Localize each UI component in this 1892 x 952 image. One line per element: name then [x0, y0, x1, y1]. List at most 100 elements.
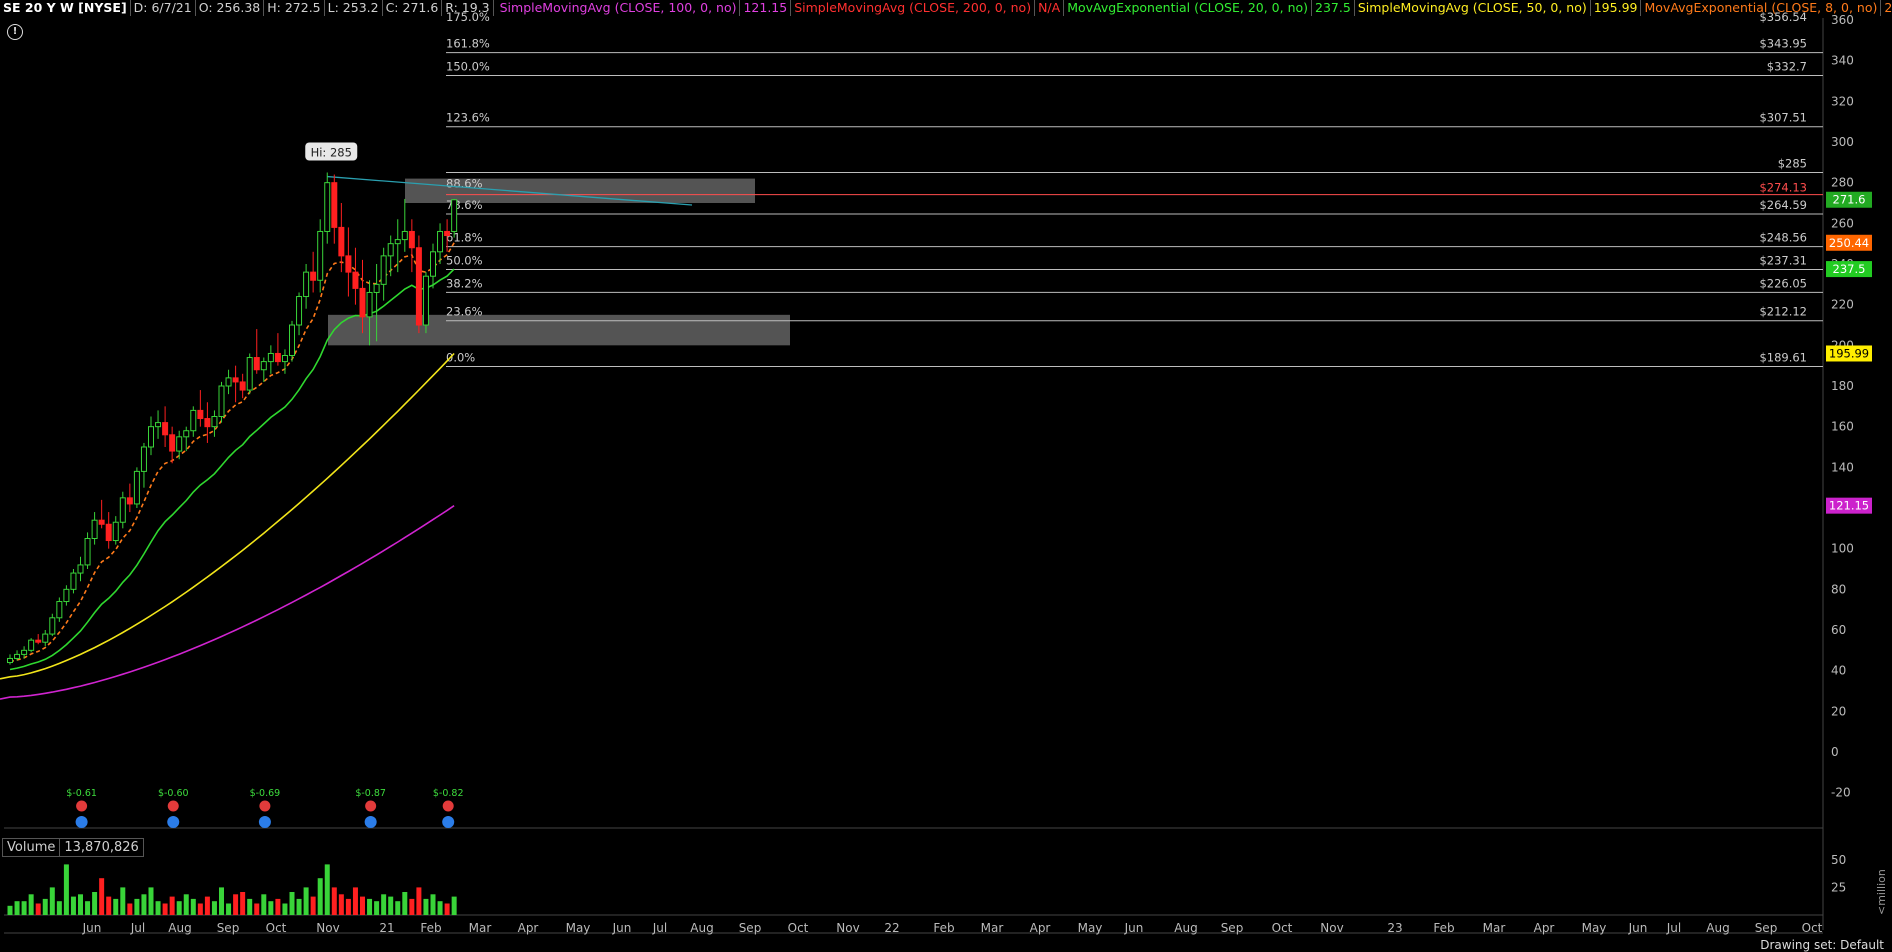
- volume-bar: [183, 894, 189, 915]
- dividend-icon: [442, 816, 455, 828]
- candle-body: [401, 230, 408, 241]
- volume-bar: [211, 901, 217, 915]
- x-tick-label: Apr: [1030, 921, 1051, 935]
- candle-body: [380, 255, 387, 285]
- x-tick-label: Jul: [130, 921, 145, 935]
- volume-bar: [35, 903, 41, 915]
- candle-body: [253, 357, 260, 371]
- x-tick-label: Apr: [1534, 921, 1555, 935]
- candle-body: [70, 572, 77, 590]
- price-tag-label: 121.15: [1829, 499, 1869, 513]
- candle-body: [105, 523, 112, 542]
- volume-bar: [289, 892, 295, 915]
- earnings-eps-label: $-0.82: [433, 788, 464, 799]
- x-tick-label: 22: [884, 921, 899, 935]
- volume-bar: [275, 898, 281, 915]
- x-tick-label: Nov: [316, 921, 339, 935]
- study-value-1: N/A: [1035, 0, 1065, 16]
- fib-price-label: $212.12: [1759, 305, 1807, 319]
- study-value-2: 237.5: [1312, 0, 1355, 16]
- fib-level-label: 150.0%: [446, 60, 490, 74]
- candle-body: [119, 497, 126, 523]
- x-tick-label: Aug: [690, 921, 713, 935]
- study-label-3[interactable]: SimpleMovingAvg (CLOSE, 50, 0, no): [1355, 0, 1591, 16]
- drawing-set-status[interactable]: Drawing set: Default: [1760, 938, 1884, 952]
- candle-body: [246, 357, 253, 391]
- candle-body: [373, 283, 380, 293]
- open-label: O: 256.38: [196, 0, 265, 16]
- volume-bar: [345, 898, 351, 915]
- candle-body: [49, 617, 56, 635]
- high-label: H: 272.5: [264, 0, 325, 16]
- x-tick-label: Oct: [266, 921, 287, 935]
- y-tick-label: 220: [1831, 298, 1854, 312]
- candle-body: [415, 247, 422, 326]
- volume-bar: [261, 894, 267, 915]
- volume-bar: [219, 887, 224, 915]
- x-tick-label: Jul: [652, 921, 667, 935]
- study-label-2[interactable]: MovAvgExponential (CLOSE, 20, 0, no): [1064, 0, 1313, 16]
- candle-body: [281, 355, 288, 363]
- volume-bar: [331, 887, 337, 915]
- volume-bar: [92, 892, 98, 915]
- y-tick-label: 280: [1831, 176, 1854, 190]
- candle-body: [394, 239, 401, 245]
- symbol-label[interactable]: SE 20 Y W [NYSE]: [0, 0, 131, 16]
- candle-body: [148, 426, 154, 448]
- close-label: C: 271.6: [383, 0, 443, 16]
- x-tick-label: Sep: [1755, 921, 1778, 935]
- fib-level-label: 161.8%: [446, 37, 490, 51]
- candle-body: [176, 436, 183, 452]
- volume-bar: [374, 901, 380, 915]
- candle-body: [21, 649, 28, 655]
- fib-price-label: $343.95: [1759, 37, 1807, 51]
- volume-bar: [56, 901, 62, 915]
- x-tick-label: May: [1078, 921, 1103, 935]
- sma-50-line: [0, 352, 455, 680]
- fib-level-label: 61.8%: [446, 231, 483, 245]
- candle-body: [408, 230, 415, 249]
- candle-body: [359, 287, 366, 318]
- x-tick-label: May: [566, 921, 591, 935]
- dividend-icon: [364, 816, 377, 828]
- volume-bar: [409, 898, 415, 915]
- fib-level-label: 123.6%: [446, 111, 490, 125]
- study-label-0[interactable]: SimpleMovingAvg (CLOSE, 100, 0, no): [497, 0, 741, 16]
- info-icon[interactable]: !: [7, 24, 23, 40]
- candle-body: [260, 361, 267, 371]
- volume-bar: [155, 901, 161, 915]
- x-tick-label: Feb: [420, 921, 441, 935]
- price-chart[interactable]: -200204060801001201401601802002202402602…: [0, 0, 1892, 947]
- volume-bar: [240, 892, 246, 915]
- volume-bar: [444, 903, 450, 915]
- price-tag-label: 271.6: [1833, 193, 1866, 207]
- fib-price-label: $264.59: [1759, 198, 1807, 212]
- candle-body: [239, 381, 246, 391]
- candle-body: [190, 409, 197, 432]
- y-tick-label: 80: [1831, 582, 1846, 596]
- candle-body: [289, 324, 295, 356]
- study-label-1[interactable]: SimpleMovingAvg (CLOSE, 200, 0, no): [791, 0, 1036, 16]
- volume-bar: [127, 903, 133, 915]
- x-tick-label: Jun: [1124, 921, 1144, 935]
- sma-100-line: [0, 505, 455, 700]
- volume-bar: [437, 901, 443, 915]
- candle-body: [232, 377, 239, 383]
- candle-body: [430, 251, 436, 277]
- supply-demand-zone: [328, 314, 790, 346]
- volume-bar: [282, 903, 288, 915]
- volume-bar: [134, 898, 140, 915]
- candle-body: [451, 199, 458, 232]
- x-tick-label: Aug: [1174, 921, 1197, 935]
- x-tick-label: Oct: [788, 921, 809, 935]
- x-tick-label: May: [1582, 921, 1607, 935]
- candle-body: [218, 385, 225, 417]
- volume-bar: [338, 894, 344, 915]
- earnings-icon: [442, 800, 454, 812]
- fib-price-label: $226.05: [1759, 276, 1807, 290]
- study-label-4[interactable]: MovAvgExponential (CLOSE, 8, 0, no): [1641, 0, 1882, 16]
- x-tick-label: Sep: [217, 921, 240, 935]
- earnings-eps-label: $-0.60: [158, 788, 189, 799]
- candle-body: [366, 291, 373, 318]
- candle-body: [126, 497, 133, 505]
